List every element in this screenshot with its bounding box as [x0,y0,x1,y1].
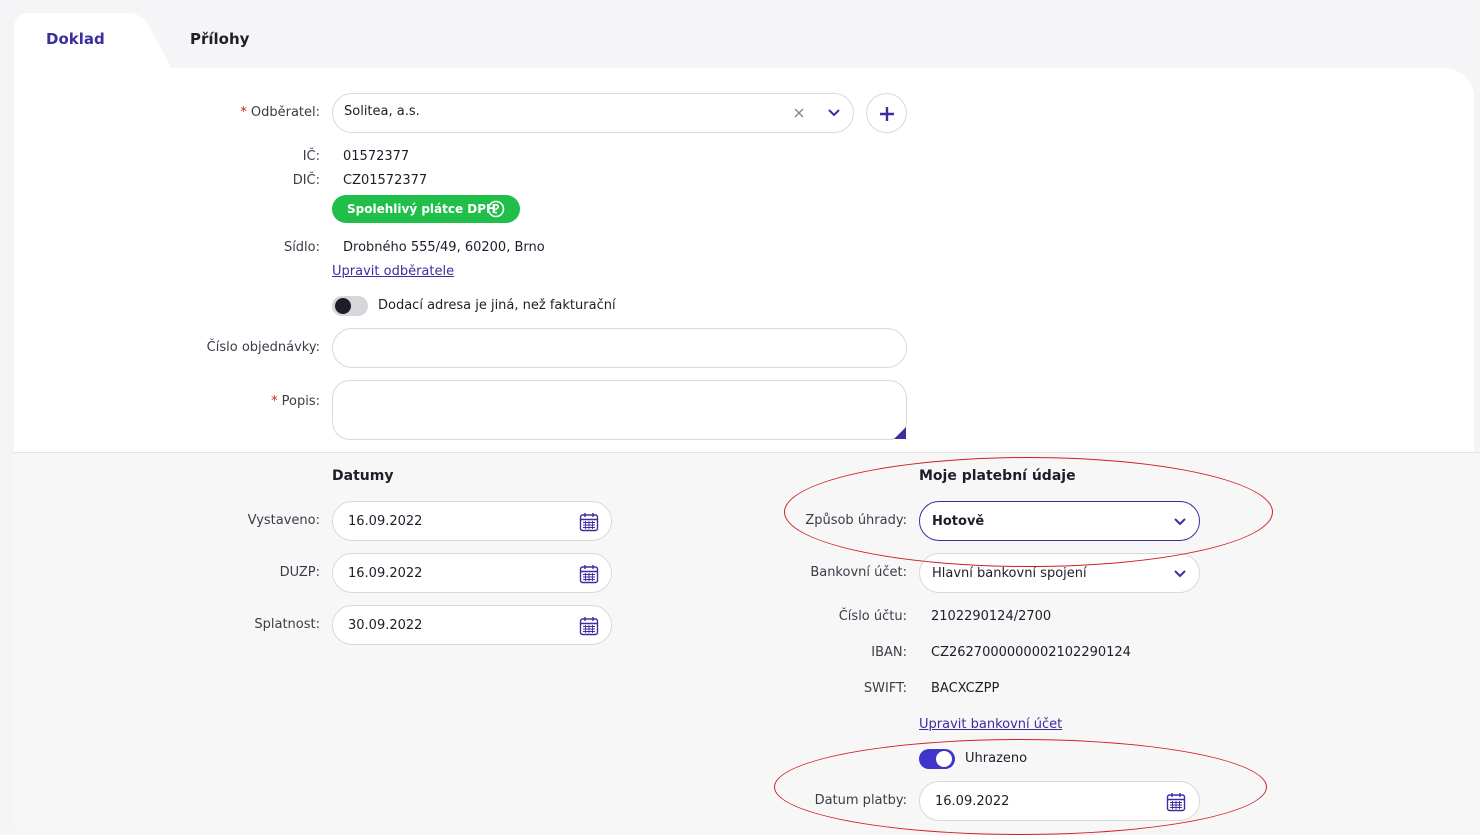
tab-prilohy[interactable]: Přílohy [190,30,249,48]
swift-label: SWIFT: [863,681,907,696]
chevron-down-icon [1174,518,1186,526]
iban-value: CZ2627000000002102290124 [931,645,1131,660]
paid-toggle-label: Uhrazeno [965,751,1028,766]
issued-date-input[interactable]: 16.09.2022 [332,501,612,541]
customer-select-value: Solitea, a.s. [344,104,420,119]
dic-label: DIČ: [292,173,320,188]
close-icon[interactable] [792,105,806,119]
payment-method-value: Hotově [932,514,985,529]
description-textarea[interactable] [332,380,907,440]
account-number-label: Číslo účtu: [838,609,907,624]
payment-title: Moje platební údaje [919,468,1076,484]
payment-method-select[interactable]: Hotově [919,501,1200,541]
seat-value: Drobného 555/49, 60200, Brno [343,240,545,255]
calendar-icon[interactable] [579,512,599,532]
dic-value: CZ01572377 [343,173,428,188]
calendar-icon[interactable] [579,564,599,584]
edit-bank-account-link[interactable]: Upravit bankovní účet [919,717,1062,732]
add-customer-button[interactable] [866,93,907,133]
calendar-icon[interactable] [579,616,599,636]
plus-icon [880,107,894,121]
toggle-knob [936,751,952,767]
order-number-input[interactable] [332,328,907,368]
duzp-date-input[interactable]: 16.09.2022 [332,553,612,593]
bank-account-select[interactable]: Hlavní bankovní spojení [919,553,1200,593]
edit-customer-link[interactable]: Upravit odběratele [332,264,454,279]
iban-label: IBAN: [871,645,907,660]
question-icon[interactable] [487,200,505,218]
due-date-value: 30.09.2022 [348,618,423,633]
payment-date-input[interactable]: 16.09.2022 [919,781,1200,821]
customer-label: * Odběratel: [100,105,320,120]
customer-label-text: Odběratel: [250,105,320,120]
ic-label: IČ: [302,149,320,164]
delivery-address-toggle-label: Dodací adresa je jiná, než fakturační [378,298,616,313]
order-number-label: Číslo objednávky: [206,340,320,355]
vat-reliable-badge: Spolehlivý plátce DPH [332,195,520,223]
dates-payment-panel [14,452,1480,830]
duzp-label: DUZP: [279,565,320,580]
chevron-down-icon [1174,570,1186,578]
description-label: * Popis: [100,394,320,409]
bank-account-value: Hlavní bankovní spojení [932,566,1087,581]
vat-reliable-badge-text: Spolehlivý plátce DPH [347,202,497,216]
delivery-address-toggle[interactable] [332,296,368,316]
payment-method-label: Způsob úhrady: [805,513,907,528]
tab-doklad[interactable]: Doklad [46,30,105,48]
seat-label: Sídlo: [283,240,320,255]
dates-title: Datumy [332,468,394,484]
required-marker: * [240,105,247,120]
due-date-input[interactable]: 30.09.2022 [332,605,612,645]
duzp-date-value: 16.09.2022 [348,566,423,581]
required-marker: * [271,394,278,409]
chevron-down-icon[interactable] [826,105,842,121]
paid-toggle[interactable] [919,749,955,769]
description-label-text: Popis: [281,394,320,409]
issued-date-value: 16.09.2022 [348,514,423,529]
swift-value: BACXCZPP [931,681,1000,696]
due-label: Splatnost: [254,617,320,632]
calendar-icon[interactable] [1166,792,1186,812]
issued-label: Vystaveno: [247,513,320,528]
ic-value: 01572377 [343,149,410,164]
payment-date-label: Datum platby: [814,793,907,808]
account-number-value: 2102290124/2700 [931,609,1052,624]
toggle-knob [335,298,351,314]
resize-handle-icon[interactable] [894,427,906,439]
payment-date-value: 16.09.2022 [935,794,1010,809]
bank-account-label: Bankovní účet: [810,565,907,580]
